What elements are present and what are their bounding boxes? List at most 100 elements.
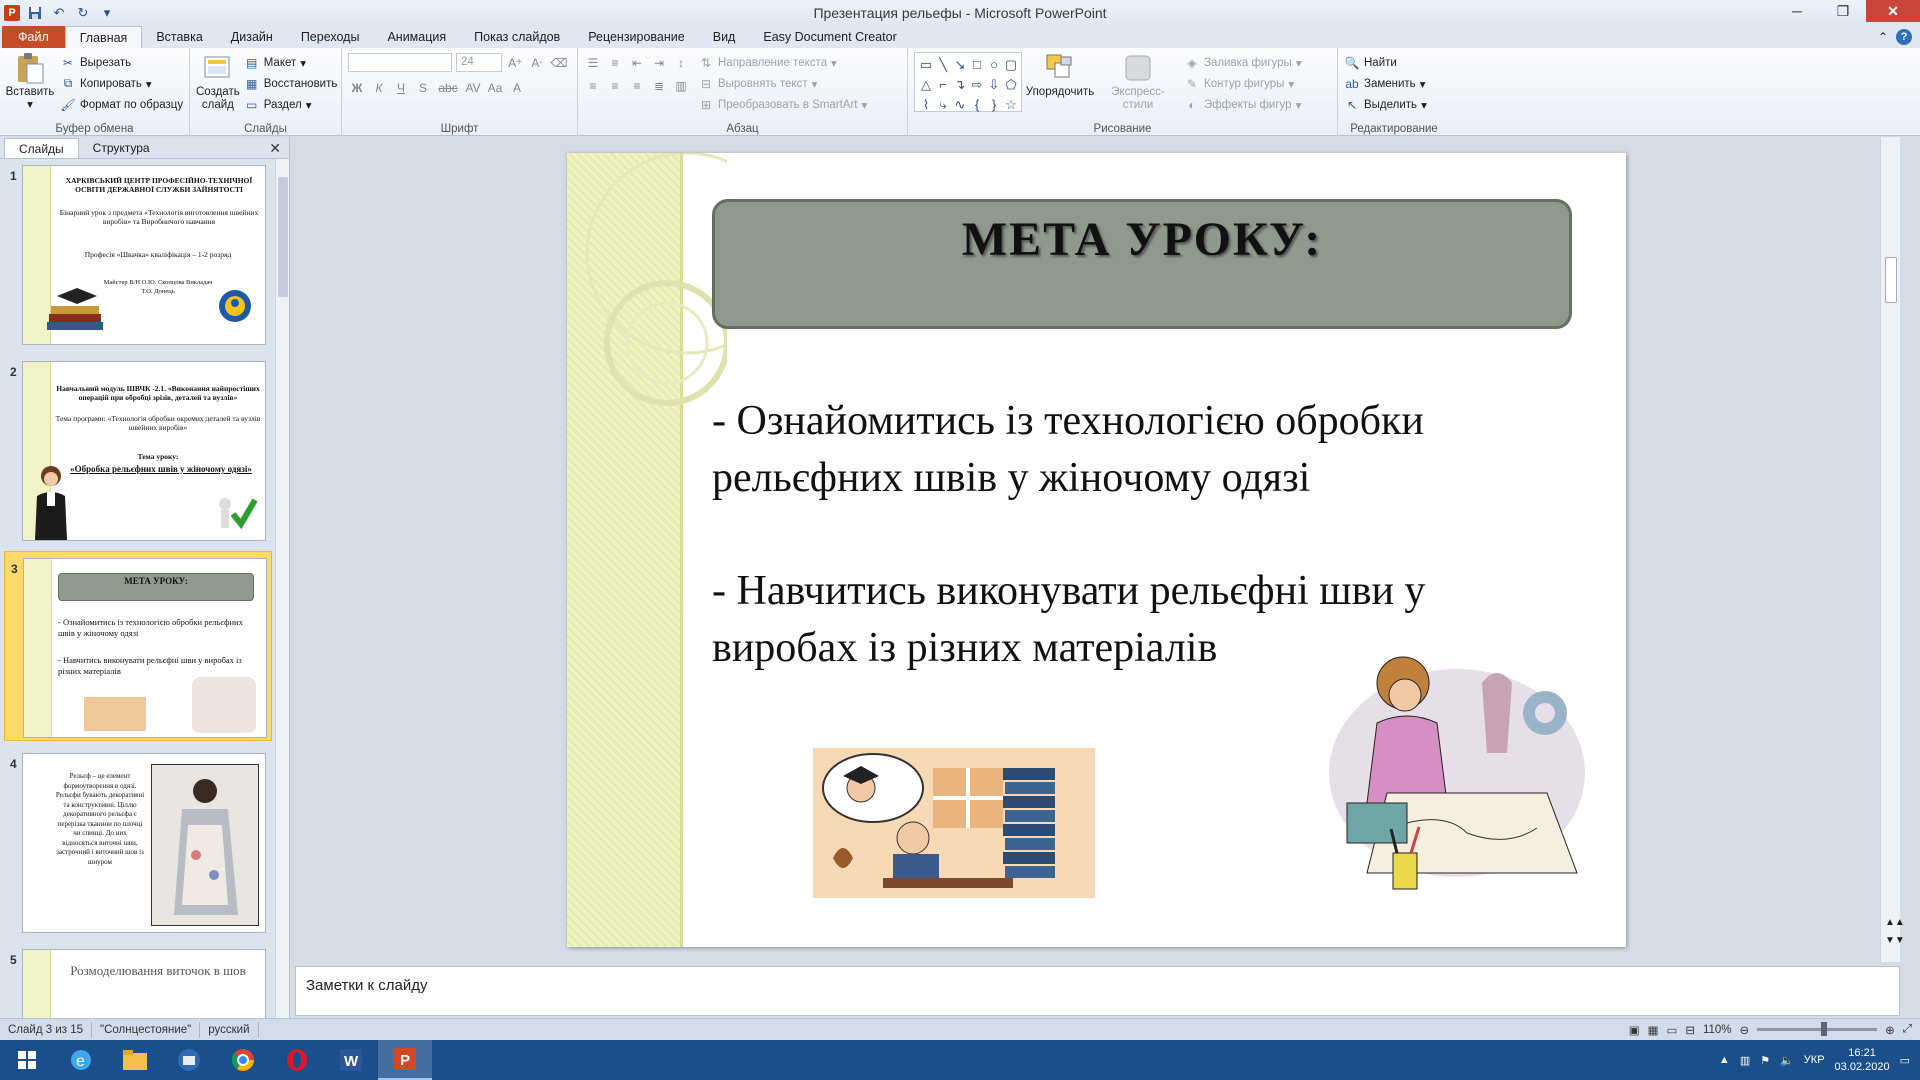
align-text-button[interactable]: ⊟ Выровнять текст ▾ [698, 73, 867, 94]
tab-view[interactable]: Вид [699, 26, 750, 48]
redo-icon[interactable]: ↻ [74, 4, 92, 22]
select-button[interactable]: ↖ Выделить ▾ [1344, 94, 1444, 115]
previous-slide-icon[interactable]: ▲▲ [1885, 917, 1905, 928]
textbox-shape-icon[interactable]: ▭ [918, 55, 934, 74]
minimize-button[interactable]: ─ [1774, 0, 1820, 22]
thumbnails-scroll-thumb[interactable] [278, 177, 288, 297]
tab-animations[interactable]: Анимация [373, 26, 460, 48]
find-button[interactable]: 🔍 Найти [1344, 52, 1444, 73]
decrease-indent-icon[interactable]: ⇤ [628, 54, 646, 72]
network-icon[interactable]: ▥ [1740, 1054, 1750, 1067]
bold-button[interactable]: Ж [348, 79, 366, 97]
tab-slides-pane[interactable]: Слайды [4, 138, 79, 158]
italic-button[interactable]: К [370, 79, 388, 97]
clock[interactable]: 16:21 03.02.2020 [1835, 1046, 1890, 1074]
justify-icon[interactable]: ≣ [650, 77, 668, 95]
layout-button[interactable]: ▤ Макет ▾ [244, 52, 338, 73]
tab-outline-pane[interactable]: Структура [79, 138, 164, 158]
zoom-slider-knob[interactable] [1821, 1022, 1828, 1036]
seamstress-clipart[interactable] [1307, 643, 1587, 903]
collapse-ribbon-icon[interactable]: ⌃ [1878, 30, 1888, 44]
convert-smartart-button[interactable]: ⊞ Преобразовать в SmartArt ▾ [698, 94, 867, 115]
format-painter-button[interactable]: 🖌 Формат по образцу [60, 94, 183, 115]
cut-button[interactable]: ✂ Вырезать [60, 52, 183, 73]
next-slide-icon[interactable]: ▼▼ [1885, 935, 1905, 946]
right-arrow-shape-icon[interactable]: ⇨ [969, 75, 985, 94]
chrome-icon[interactable] [216, 1040, 270, 1080]
notifications-icon[interactable]: ▭ [1900, 1054, 1910, 1067]
tab-file[interactable]: Файл [2, 26, 65, 48]
triangle-shape-icon[interactable]: △ [918, 75, 934, 94]
zoom-out-icon[interactable]: ⊖ [1740, 1023, 1750, 1037]
tab-insert[interactable]: Вставка [142, 26, 216, 48]
undo-icon[interactable]: ↶ [50, 4, 68, 22]
rectangle-shape-icon[interactable]: □ [969, 55, 985, 74]
reset-button[interactable]: ▦ Восстановить [244, 73, 337, 94]
thunderbird-icon[interactable] [162, 1040, 216, 1080]
shape-effects-button[interactable]: ◐ Эффекты фигур ▾ [1184, 94, 1302, 115]
slide-scrollbar[interactable]: ▲▲ ▼▼ [1880, 137, 1905, 962]
slide-thumbnail-2[interactable]: 2 Навчальний модуль ШВЧК -2.1. «Виконанн… [4, 355, 272, 545]
shadow-button[interactable]: S [414, 79, 432, 97]
bullets-icon[interactable]: ☰ [584, 54, 602, 72]
slide-thumbnail-3[interactable]: 3 МЕТА УРОКУ: - Ознайомитись із технолог… [4, 551, 272, 741]
flag-icon[interactable]: ⚑ [1760, 1054, 1770, 1067]
oval-shape-icon[interactable]: ○ [986, 55, 1002, 74]
slide-thumbnail-4[interactable]: 4 Рельєф – це елемент формоутворення в о… [4, 747, 272, 937]
align-left-icon[interactable]: ≡ [584, 77, 602, 95]
zoom-level[interactable]: 110% [1703, 1024, 1732, 1036]
tab-transitions[interactable]: Переходы [287, 26, 374, 48]
notes-placeholder[interactable]: Заметки к слайду [306, 977, 428, 994]
slideshow-view-icon[interactable]: ⊟ [1685, 1023, 1695, 1037]
clear-formatting-icon[interactable]: ⌫ [550, 54, 568, 72]
arrow-line-shape-icon[interactable]: ↘ [952, 55, 968, 74]
tab-design[interactable]: Дизайн [217, 26, 287, 48]
freeform-shape-icon[interactable]: ∿ [952, 95, 968, 114]
save-icon[interactable] [26, 4, 44, 22]
slide-title-box[interactable]: МЕТА УРОКУ: [712, 199, 1572, 329]
close-button[interactable]: ✕ [1866, 0, 1920, 22]
tab-slideshow[interactable]: Показ слайдов [460, 26, 574, 48]
zoom-in-icon[interactable]: ⊕ [1885, 1023, 1895, 1037]
line-shape-icon[interactable]: ╲ [935, 55, 951, 74]
text-direction-button[interactable]: ⇅ Направление текста ▾ [698, 52, 867, 73]
slide-scroll-thumb[interactable] [1885, 257, 1897, 303]
replace-button[interactable]: ab Заменить ▾ [1344, 73, 1444, 94]
tab-easy-document-creator[interactable]: Easy Document Creator [749, 26, 910, 48]
internet-explorer-icon[interactable]: e [54, 1040, 108, 1080]
increase-indent-icon[interactable]: ⇥ [650, 54, 668, 72]
underline-button[interactable]: Ч [392, 79, 410, 97]
show-hidden-icons[interactable]: ▲ [1719, 1054, 1730, 1066]
opera-icon[interactable] [270, 1040, 324, 1080]
shape-fill-button[interactable]: ◈ Заливка фигуры ▾ [1184, 52, 1301, 73]
powerpoint-taskbar-icon[interactable]: P [378, 1040, 432, 1080]
slide-thumbnail-1[interactable]: 1 ХАРКІВСЬКИЙ ЦЕНТР ПРОФЕСІЙНО-ТЕХНІЧНОЇ… [4, 159, 272, 349]
bullet-1[interactable]: - Ознайомитись із технологією обробки ре… [712, 393, 1572, 507]
volume-icon[interactable]: 🔈 [1780, 1054, 1794, 1067]
numbering-icon[interactable]: ≡ [606, 54, 624, 72]
curve-shape-icon[interactable]: ⌇ [918, 95, 934, 114]
strikethrough-button[interactable]: abc [436, 79, 460, 97]
bent-connector-icon[interactable]: ⤷ [935, 95, 951, 114]
customize-qat-icon[interactable]: ▾ [98, 4, 116, 22]
align-center-icon[interactable]: ≡ [606, 77, 624, 95]
line-spacing-icon[interactable]: ↕ [672, 54, 690, 72]
more-shapes-icon[interactable]: ⬠ [1003, 75, 1019, 94]
font-size-combo[interactable]: 24 [456, 53, 502, 72]
rounded-rect-shape-icon[interactable]: ▢ [1003, 55, 1019, 74]
right-brace-shape-icon[interactable]: } [986, 95, 1002, 114]
star-shape-icon[interactable]: ☆ [1003, 95, 1019, 114]
character-spacing-icon[interactable]: AV [464, 79, 482, 97]
word-icon[interactable]: W [324, 1040, 378, 1080]
paste-dropdown-icon[interactable]: ▾ [27, 99, 33, 112]
zoom-slider[interactable] [1757, 1022, 1878, 1036]
reading-view-icon[interactable]: ▭ [1666, 1023, 1677, 1037]
copy-button[interactable]: ⧉ Копировать ▾ [60, 73, 183, 94]
tab-review[interactable]: Рецензирование [574, 26, 699, 48]
close-pane-icon[interactable]: ✕ [269, 140, 281, 157]
fit-to-window-icon[interactable]: ⤢ [1903, 1023, 1912, 1036]
restore-button[interactable]: ❐ [1820, 0, 1866, 22]
shape-outline-button[interactable]: ✎ Контур фигуры ▾ [1184, 73, 1302, 94]
normal-view-icon[interactable]: ▣ [1629, 1023, 1640, 1037]
font-family-combo[interactable] [348, 53, 452, 72]
